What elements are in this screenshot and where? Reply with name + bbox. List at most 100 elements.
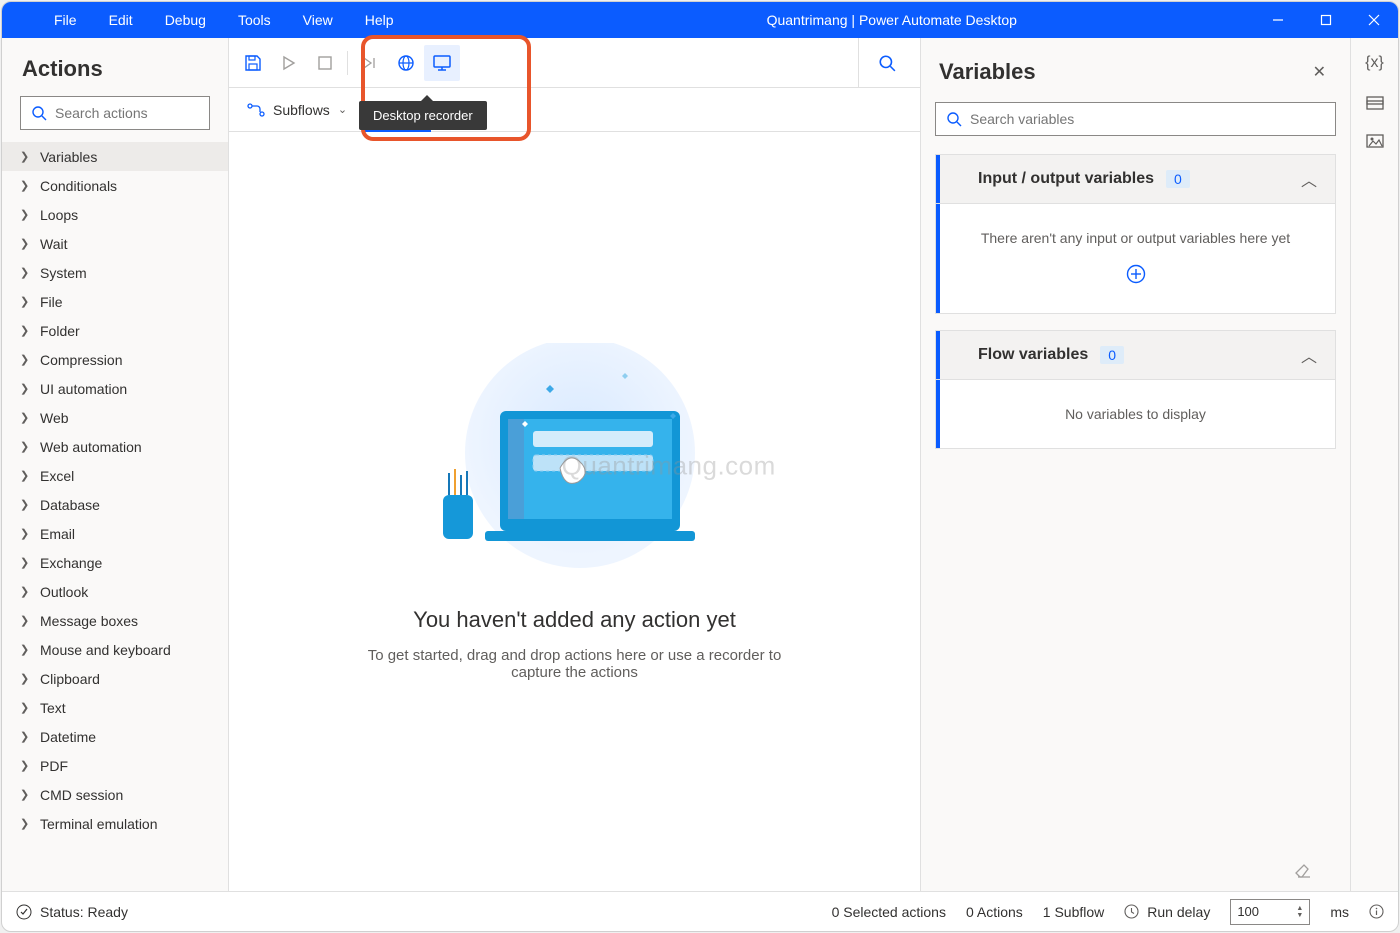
variable-section: Flow variables0︿No variables to display — [935, 330, 1336, 449]
action-category[interactable]: ❯ System — [2, 258, 228, 287]
category-label: Outlook — [40, 584, 88, 600]
toolbar-search[interactable] — [858, 38, 914, 88]
action-category[interactable]: ❯Folder — [2, 316, 228, 345]
variables-panel: Variables ✕ Input / output variables0︿Th… — [920, 38, 1350, 891]
category-label: CMD session — [40, 787, 123, 803]
run-button[interactable] — [271, 45, 307, 81]
category-label: Loops — [40, 207, 78, 223]
action-category[interactable]: ❯Database — [2, 490, 228, 519]
category-label: Conditionals — [40, 178, 117, 194]
menu-file[interactable]: File — [38, 4, 93, 36]
menu-view[interactable]: View — [287, 4, 349, 36]
category-label: Datetime — [40, 729, 96, 745]
actions-tree[interactable]: ❯Variables❯Conditionals❯Loops❯Wait❯Syste… — [2, 142, 228, 891]
eraser-icon[interactable] — [1294, 863, 1312, 879]
chevron-right-icon: ❯ — [20, 788, 34, 801]
action-category[interactable]: ❯File — [2, 287, 228, 316]
section-body: There aren't any input or output variabl… — [936, 203, 1335, 313]
action-category[interactable]: ❯Loops — [2, 200, 228, 229]
section-header[interactable]: Flow variables0︿ — [936, 331, 1335, 379]
action-category[interactable]: ❯UI automation — [2, 374, 228, 403]
action-category[interactable]: ❯ Datetime — [2, 722, 228, 751]
category-label: Compression — [40, 352, 122, 368]
menu-debug[interactable]: Debug — [149, 4, 222, 36]
category-label: Mouse and keyboard — [40, 642, 171, 658]
chevron-right-icon: ❯ — [20, 585, 34, 598]
spinner-icon[interactable]: ▲▼ — [1296, 905, 1303, 919]
category-label: Wait — [40, 236, 67, 252]
variable-section: Input / output variables0︿There aren't a… — [935, 154, 1336, 314]
category-label: PDF — [40, 758, 68, 774]
save-button[interactable] — [235, 45, 271, 81]
search-actions-input[interactable] — [55, 105, 236, 121]
step-button[interactable] — [352, 45, 388, 81]
category-label: UI automation — [40, 381, 127, 397]
action-category[interactable]: ❯Compression — [2, 345, 228, 374]
chevron-right-icon: ❯ — [20, 730, 34, 743]
search-icon — [946, 111, 962, 127]
category-label: Exchange — [40, 555, 102, 571]
menu-help[interactable]: Help — [349, 4, 410, 36]
section-title: Flow variables — [978, 346, 1088, 364]
right-rail: {x} — [1350, 38, 1398, 891]
info-icon[interactable] — [1369, 904, 1384, 919]
subflows-dropdown[interactable]: Subflows ⌄ — [229, 88, 365, 132]
chevron-right-icon: ❯ — [20, 266, 34, 279]
canvas[interactable]: You haven't added any action yet To get … — [229, 132, 920, 891]
category-label: Clipboard — [40, 671, 100, 687]
menu-tools[interactable]: Tools — [222, 4, 287, 36]
stop-button[interactable] — [307, 45, 343, 81]
maximize-button[interactable] — [1302, 2, 1350, 38]
toolbar — [229, 38, 920, 88]
action-category[interactable]: ❯Terminal emulation — [2, 809, 228, 838]
action-category[interactable]: ❯Mouse and keyboard — [2, 635, 228, 664]
action-category[interactable]: ❯Variables — [2, 142, 228, 171]
status-actions: 0 Actions — [966, 904, 1023, 920]
action-category[interactable]: ❯Web — [2, 403, 228, 432]
search-actions[interactable] — [20, 96, 210, 130]
add-variable-button[interactable] — [1126, 264, 1146, 284]
separator — [347, 51, 348, 75]
category-label: Database — [40, 497, 100, 513]
category-label: System — [40, 265, 87, 281]
designer-area: Subflows ⌄ Main — [229, 38, 920, 891]
status-bar: Status: Ready 0 Selected actions 0 Actio… — [2, 891, 1398, 931]
close-panel-button[interactable]: ✕ — [1307, 56, 1332, 88]
action-category[interactable]: ❯ PDF — [2, 751, 228, 780]
clock-icon — [1124, 904, 1139, 919]
chevron-right-icon: ❯ — [20, 672, 34, 685]
ui-elements-rail-icon[interactable] — [1366, 96, 1384, 110]
minimize-button[interactable] — [1254, 2, 1302, 38]
chevron-right-icon: ❯ — [20, 527, 34, 540]
chevron-up-icon: ︿ — [1301, 167, 1317, 191]
tooltip: Desktop recorder — [359, 101, 487, 130]
action-category[interactable]: ❯Message boxes — [2, 606, 228, 635]
run-delay-input[interactable]: 100 ▲▼ — [1230, 899, 1310, 925]
chevron-right-icon: ❯ — [20, 817, 34, 830]
status-subflows: 1 Subflow — [1043, 904, 1104, 920]
action-category[interactable]: ❯ CMD session — [2, 780, 228, 809]
chevron-down-icon: ⌄ — [338, 103, 347, 116]
action-category[interactable]: ❯Exchange — [2, 548, 228, 577]
menu-edit[interactable]: Edit — [93, 4, 149, 36]
desktop-recorder-button[interactable] — [424, 45, 460, 81]
chevron-right-icon: ❯ — [20, 237, 34, 250]
action-category[interactable]: ❯Conditionals — [2, 171, 228, 200]
action-category[interactable]: ❯Text — [2, 693, 228, 722]
action-category[interactable]: ❯ Wait — [2, 229, 228, 258]
action-category[interactable]: ❯Excel — [2, 461, 228, 490]
section-header[interactable]: Input / output variables0︿ — [936, 155, 1335, 203]
images-rail-icon[interactable] — [1366, 134, 1384, 148]
action-category[interactable]: ❯Web automation — [2, 432, 228, 461]
action-category[interactable]: ❯Email — [2, 519, 228, 548]
chevron-right-icon: ❯ — [20, 759, 34, 772]
section-body: No variables to display — [936, 379, 1335, 448]
category-label: Web — [40, 410, 69, 426]
action-category[interactable]: ❯ Clipboard — [2, 664, 228, 693]
variables-rail-icon[interactable]: {x} — [1365, 54, 1384, 72]
close-button[interactable] — [1350, 2, 1398, 38]
web-recorder-button[interactable] — [388, 45, 424, 81]
search-variables-input[interactable] — [970, 111, 1325, 127]
search-variables[interactable] — [935, 102, 1336, 136]
action-category[interactable]: ❯ Outlook — [2, 577, 228, 606]
